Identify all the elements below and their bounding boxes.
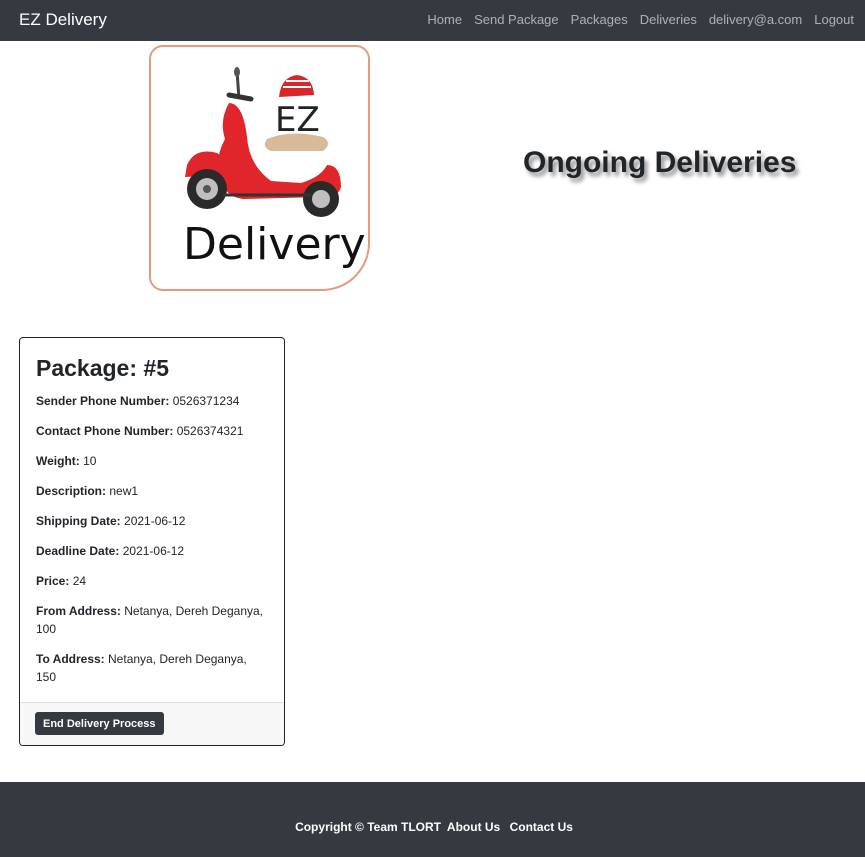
nav-links: Home Send Package Packages Deliveries de… bbox=[427, 12, 854, 27]
field-contact-phone: Contact Phone Number: 0526374321 bbox=[36, 422, 268, 440]
field-value: 10 bbox=[83, 454, 97, 468]
package-title: Package: #5 bbox=[36, 354, 268, 382]
field-from-address: From Address: Netanya, Dereh Deganya, 10… bbox=[36, 602, 268, 638]
nav-send-package[interactable]: Send Package bbox=[474, 12, 559, 27]
field-label: From Address: bbox=[36, 604, 121, 618]
logo-ez-text: EZ bbox=[275, 100, 320, 140]
footer-content: Copyright © Team TLORT About Us Contact … bbox=[0, 820, 865, 834]
field-label: Deadline Date: bbox=[36, 544, 120, 558]
about-us-link[interactable]: About Us bbox=[447, 820, 500, 834]
ez-delivery-logo: EZ Delivery bbox=[149, 45, 370, 291]
top-navbar: EZ Delivery Home Send Package Packages D… bbox=[0, 0, 865, 41]
field-label: Shipping Date: bbox=[36, 514, 121, 528]
field-value: 24 bbox=[72, 574, 87, 588]
field-value: 0526371234 bbox=[172, 394, 240, 408]
nav-home[interactable]: Home bbox=[427, 12, 462, 27]
nav-deliveries[interactable]: Deliveries bbox=[640, 12, 697, 27]
copyright-text: Copyright © Team TLORT bbox=[295, 820, 442, 834]
field-deadline-date: Deadline Date: 2021-06-12 bbox=[36, 542, 268, 560]
field-value: 2021-06-12 bbox=[122, 544, 185, 558]
field-label: Description: bbox=[36, 484, 107, 498]
field-label: Contact Phone Number: bbox=[36, 424, 174, 438]
field-label: To Address: bbox=[36, 652, 105, 666]
scooter-logo-icon: EZ Delivery bbox=[183, 67, 366, 270]
contact-us-link[interactable]: Contact Us bbox=[510, 820, 573, 834]
field-value: new1 bbox=[109, 484, 139, 498]
package-card: Package: #5 Sender Phone Number: 0526371… bbox=[19, 337, 285, 746]
package-title-prefix: Package: # bbox=[36, 355, 157, 381]
brand-link[interactable]: EZ Delivery bbox=[19, 10, 107, 30]
package-id: 5 bbox=[156, 355, 169, 381]
page-title: Ongoing Deliveries bbox=[523, 146, 797, 179]
field-label: Sender Phone Number: bbox=[36, 394, 170, 408]
field-label: Price: bbox=[36, 574, 70, 588]
field-sender-phone: Sender Phone Number: 0526371234 bbox=[36, 392, 268, 410]
nav-user-email[interactable]: delivery@a.com bbox=[709, 12, 802, 27]
field-to-address: To Address: Netanya, Dereh Deganya, 150 bbox=[36, 650, 268, 686]
logo-delivery-text: Delivery bbox=[183, 219, 366, 270]
field-value: 0526374321 bbox=[176, 424, 244, 438]
page-footer: Copyright © Team TLORT About Us Contact … bbox=[0, 782, 865, 857]
field-description: Description: new1 bbox=[36, 482, 268, 500]
package-card-footer: End Delivery Process bbox=[20, 702, 284, 745]
field-price: Price: 24 bbox=[36, 572, 268, 590]
nav-logout[interactable]: Logout bbox=[814, 12, 854, 27]
end-delivery-button[interactable]: End Delivery Process bbox=[35, 712, 164, 735]
field-value: 2021-06-12 bbox=[124, 514, 186, 528]
package-card-body: Package: #5 Sender Phone Number: 0526371… bbox=[20, 338, 284, 686]
field-weight: Weight: 10 bbox=[36, 452, 268, 470]
field-shipping-date: Shipping Date: 2021-06-12 bbox=[36, 512, 268, 530]
field-label: Weight: bbox=[36, 454, 80, 468]
nav-packages[interactable]: Packages bbox=[571, 12, 628, 27]
